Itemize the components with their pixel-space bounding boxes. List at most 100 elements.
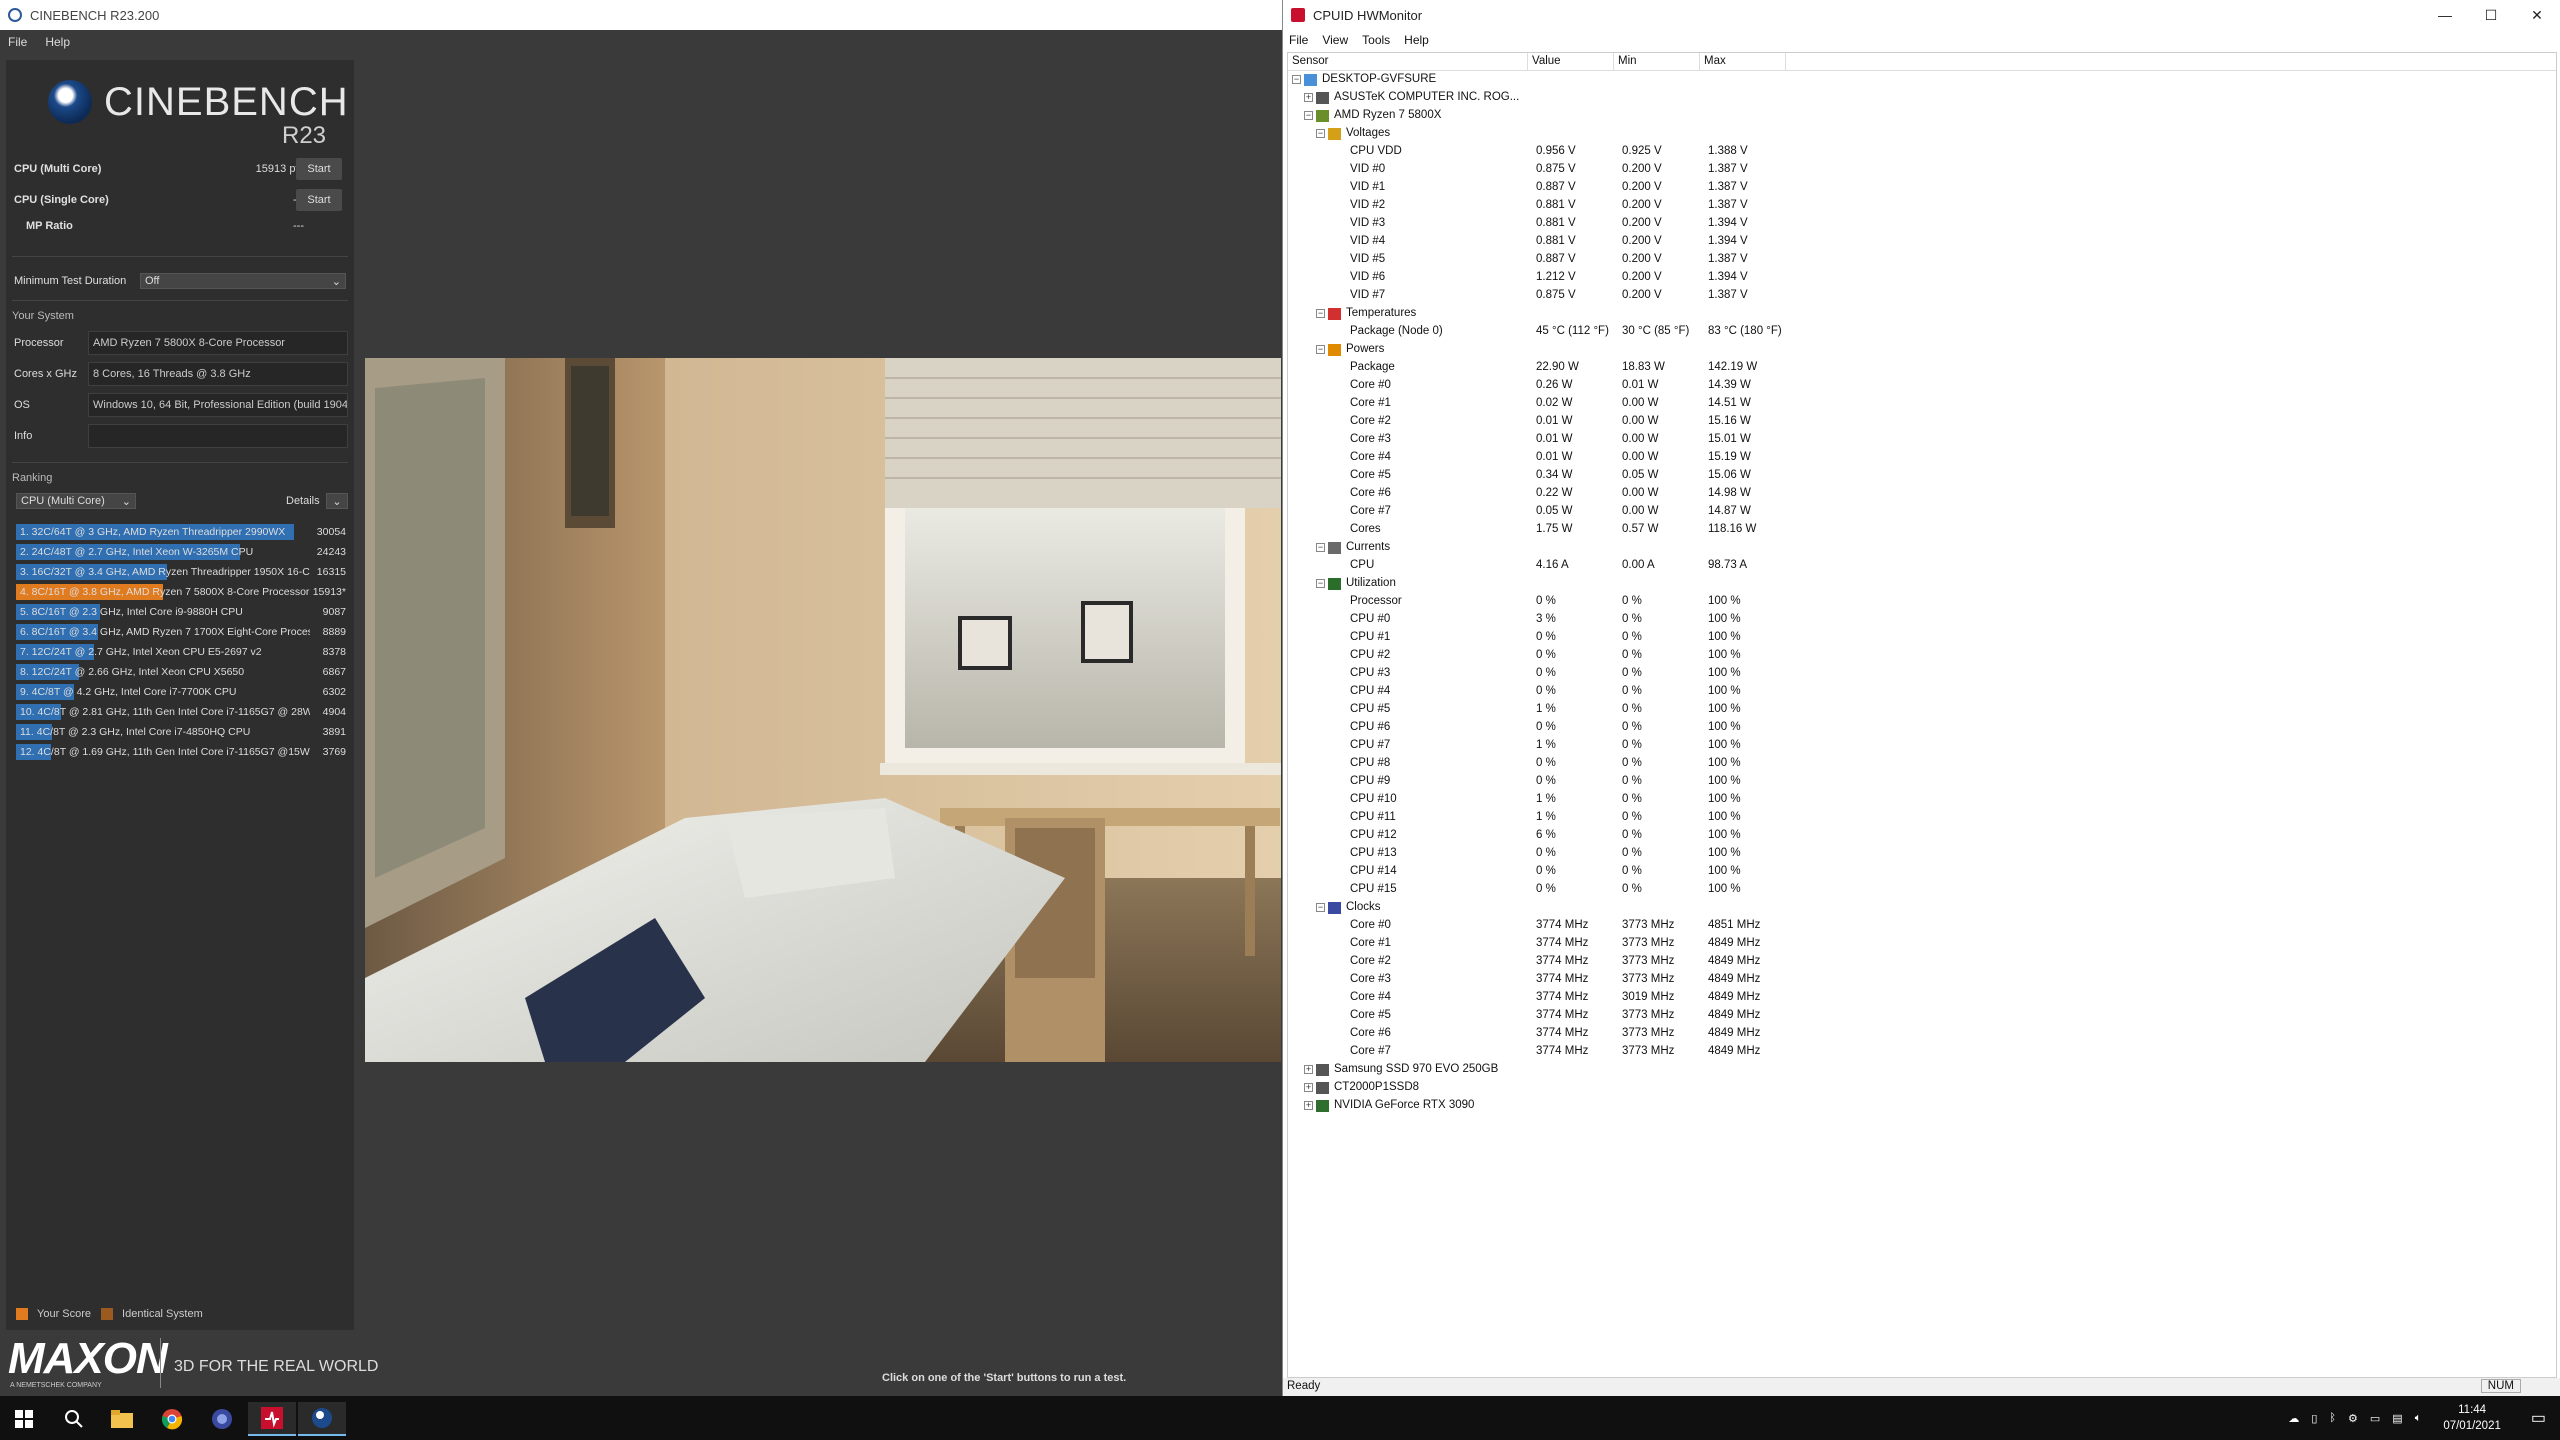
ranking-row[interactable]: 6. 8C/16T @ 3.4 GHz, AMD Ryzen 7 1700X E… (16, 622, 348, 642)
sensor-row[interactable]: VID #6 1.212 V 0.200 V 1.394 V (1288, 269, 2556, 287)
ranking-row[interactable]: 11. 4C/8T @ 2.3 GHz, Intel Core i7-4850H… (16, 722, 348, 742)
collapse-icon[interactable]: − (1304, 111, 1313, 120)
sensor-row[interactable]: Core #5 0.34 W 0.05 W 15.06 W (1288, 467, 2556, 485)
hwmonitor-icon[interactable] (248, 1402, 296, 1436)
sensor-row[interactable]: Core #0 3774 MHz 3773 MHz 4851 MHz (1288, 917, 2556, 935)
close-button[interactable]: ✕ (2514, 0, 2560, 30)
sensor-row[interactable]: CPU #11 1 % 0 % 100 % (1288, 809, 2556, 827)
sensor-row[interactable]: Core #6 0.22 W 0.00 W 14.98 W (1288, 485, 2556, 503)
sensor-row[interactable]: CPU #7 1 % 0 % 100 % (1288, 737, 2556, 755)
sensor-row[interactable]: VID #5 0.887 V 0.200 V 1.387 V (1288, 251, 2556, 269)
ranking-row[interactable]: 12. 4C/8T @ 1.69 GHz, 11th Gen Intel Cor… (16, 742, 348, 762)
speech-icon[interactable]: ▤ (2386, 1412, 2408, 1425)
cb-menu-help[interactable]: Help (45, 35, 70, 49)
sensor-row[interactable]: Processor 0 % 0 % 100 % (1288, 593, 2556, 611)
ranking-row[interactable]: 2. 24C/48T @ 2.7 GHz, Intel Xeon W-3265M… (16, 542, 348, 562)
start-multi-core-button[interactable]: Start (296, 158, 342, 180)
sensor-row[interactable]: VID #4 0.881 V 0.200 V 1.394 V (1288, 233, 2556, 251)
network-icon[interactable]: ▭ (2364, 1412, 2386, 1425)
sensor-row[interactable]: CPU #15 0 % 0 % 100 % (1288, 881, 2556, 899)
ranking-row[interactable]: 8. 12C/24T @ 2.66 GHz, Intel Xeon CPU X5… (16, 662, 348, 682)
sensor-row[interactable]: CPU #6 0 % 0 % 100 % (1288, 719, 2556, 737)
collapse-icon[interactable]: − (1316, 345, 1325, 354)
hwmonitor-titlebar[interactable]: CPUID HWMonitor (1283, 0, 2560, 30)
ranking-row[interactable]: 10. 4C/8T @ 2.81 GHz, 11th Gen Intel Cor… (16, 702, 348, 722)
ranking-row[interactable]: 7. 12C/24T @ 2.7 GHz, Intel Xeon CPU E5-… (16, 642, 348, 662)
sensor-row[interactable]: VID #0 0.875 V 0.200 V 1.387 V (1288, 161, 2556, 179)
ranking-row[interactable]: 4. 8C/16T @ 3.8 GHz, AMD Ryzen 7 5800X 8… (16, 582, 348, 602)
maximize-button[interactable]: ☐ (2468, 0, 2514, 30)
sensor-row[interactable]: VID #1 0.887 V 0.200 V 1.387 V (1288, 179, 2556, 197)
sensor-row[interactable]: VID #3 0.881 V 0.200 V 1.394 V (1288, 215, 2556, 233)
sensor-row[interactable]: CPU #14 0 % 0 % 100 % (1288, 863, 2556, 881)
sensor-row[interactable]: CPU #4 0 % 0 % 100 % (1288, 683, 2556, 701)
sensor-row[interactable]: CPU #13 0 % 0 % 100 % (1288, 845, 2556, 863)
sensor-row[interactable]: Core #2 3774 MHz 3773 MHz 4849 MHz (1288, 953, 2556, 971)
onedrive-icon[interactable]: ☁ (2282, 1412, 2305, 1425)
sensor-group-row[interactable]: − Utilization (1288, 575, 2556, 593)
ranking-row[interactable]: 9. 4C/8T @ 4.2 GHz, Intel Core i7-7700K … (16, 682, 348, 702)
ranking-row[interactable]: 1. 32C/64T @ 3 GHz, AMD Ryzen Threadripp… (16, 522, 348, 542)
cinebench-titlebar[interactable]: CINEBENCH R23.200 (0, 0, 1282, 30)
sensor-group-row[interactable]: − Clocks (1288, 899, 2556, 917)
collapse-icon[interactable]: − (1316, 579, 1325, 588)
collapse-icon[interactable]: − (1316, 903, 1325, 912)
sensor-group-row[interactable]: − Powers (1288, 341, 2556, 359)
chrome-icon[interactable] (148, 1402, 196, 1436)
expand-icon[interactable]: + (1304, 93, 1313, 102)
sensor-row[interactable]: CPU #9 0 % 0 % 100 % (1288, 773, 2556, 791)
search-icon[interactable] (50, 1402, 98, 1436)
sensor-row[interactable]: Core #4 3774 MHz 3019 MHz 4849 MHz (1288, 989, 2556, 1007)
hw-menu-view[interactable]: View (1322, 33, 1348, 47)
notifications-icon[interactable]: ▭ (2517, 1408, 2560, 1428)
sensor-row[interactable]: CPU #0 3 % 0 % 100 % (1288, 611, 2556, 629)
hw-menu-tools[interactable]: Tools (1362, 33, 1390, 47)
sensor-group-row[interactable]: − Temperatures (1288, 305, 2556, 323)
sensor-row[interactable]: Core #0 0.26 W 0.01 W 14.39 W (1288, 377, 2556, 395)
app-icon[interactable] (198, 1402, 246, 1436)
sensor-row[interactable]: CPU #12 6 % 0 % 100 % (1288, 827, 2556, 845)
sensor-group-row[interactable]: − Currents (1288, 539, 2556, 557)
ranking-row[interactable]: 3. 16C/32T @ 3.4 GHz, AMD Ryzen Threadri… (16, 562, 348, 582)
sensor-row[interactable]: Core #1 0.02 W 0.00 W 14.51 W (1288, 395, 2556, 413)
sensor-row[interactable]: CPU #8 0 % 0 % 100 % (1288, 755, 2556, 773)
column-min[interactable]: Min (1614, 53, 1700, 70)
sensor-row[interactable]: Core #6 3774 MHz 3773 MHz 4849 MHz (1288, 1025, 2556, 1043)
cinebench-icon[interactable] (298, 1402, 346, 1436)
ranking-type-dropdown[interactable]: CPU (Multi Core) ⌄ (16, 493, 136, 509)
sensor-row[interactable]: CPU #10 1 % 0 % 100 % (1288, 791, 2556, 809)
device-row[interactable]: + CT2000P1SSD8 (1288, 1079, 2556, 1097)
collapse-icon[interactable]: − (1292, 75, 1301, 84)
sensor-row[interactable]: Core #3 0.01 W 0.00 W 15.01 W (1288, 431, 2556, 449)
info-input[interactable] (88, 424, 348, 448)
start-single-core-button[interactable]: Start (296, 189, 342, 211)
device-row[interactable]: − DESKTOP-GVFSURE (1288, 71, 2556, 89)
sensor-row[interactable]: Package 22.90 W 18.83 W 142.19 W (1288, 359, 2556, 377)
sensor-row[interactable]: VID #7 0.875 V 0.200 V 1.387 V (1288, 287, 2556, 305)
bluetooth-icon[interactable]: ᛒ (2323, 1412, 2342, 1424)
usb-icon[interactable]: ▯ (2305, 1412, 2323, 1425)
min-duration-dropdown[interactable]: Off ⌄ (140, 273, 346, 289)
expand-icon[interactable]: + (1304, 1065, 1313, 1074)
minimize-button[interactable]: — (2422, 0, 2468, 30)
sensor-row[interactable]: Core #5 3774 MHz 3773 MHz 4849 MHz (1288, 1007, 2556, 1025)
sensor-row[interactable]: CPU 4.16 A 0.00 A 98.73 A (1288, 557, 2556, 575)
sensor-row[interactable]: CPU VDD 0.956 V 0.925 V 1.388 V (1288, 143, 2556, 161)
taskbar-clock[interactable]: 11:44 07/01/2021 (2427, 1402, 2517, 1434)
expand-icon[interactable]: + (1304, 1083, 1313, 1092)
settings-gear-icon[interactable]: ⚙ (2342, 1412, 2364, 1425)
sensor-row[interactable]: Core #2 0.01 W 0.00 W 15.16 W (1288, 413, 2556, 431)
sensor-row[interactable]: CPU #2 0 % 0 % 100 % (1288, 647, 2556, 665)
sensor-row[interactable]: CPU #1 0 % 0 % 100 % (1288, 629, 2556, 647)
collapse-icon[interactable]: − (1316, 543, 1325, 552)
sensor-row[interactable]: CPU #3 0 % 0 % 100 % (1288, 665, 2556, 683)
windows-start-icon[interactable] (0, 1402, 48, 1436)
ranking-row[interactable]: 5. 8C/16T @ 2.3 GHz, Intel Core i9-9880H… (16, 602, 348, 622)
sensor-row[interactable]: Core #1 3774 MHz 3773 MHz 4849 MHz (1288, 935, 2556, 953)
sensor-row[interactable]: Cores 1.75 W 0.57 W 118.16 W (1288, 521, 2556, 539)
column-sensor[interactable]: Sensor (1288, 53, 1528, 70)
column-value[interactable]: Value (1528, 53, 1614, 70)
device-row[interactable]: + NVIDIA GeForce RTX 3090 (1288, 1097, 2556, 1115)
sensor-row[interactable]: Package (Node 0) 45 °C (112 °F) 30 °C (85 … (1288, 323, 2556, 341)
hw-menu-help[interactable]: Help (1404, 33, 1429, 47)
